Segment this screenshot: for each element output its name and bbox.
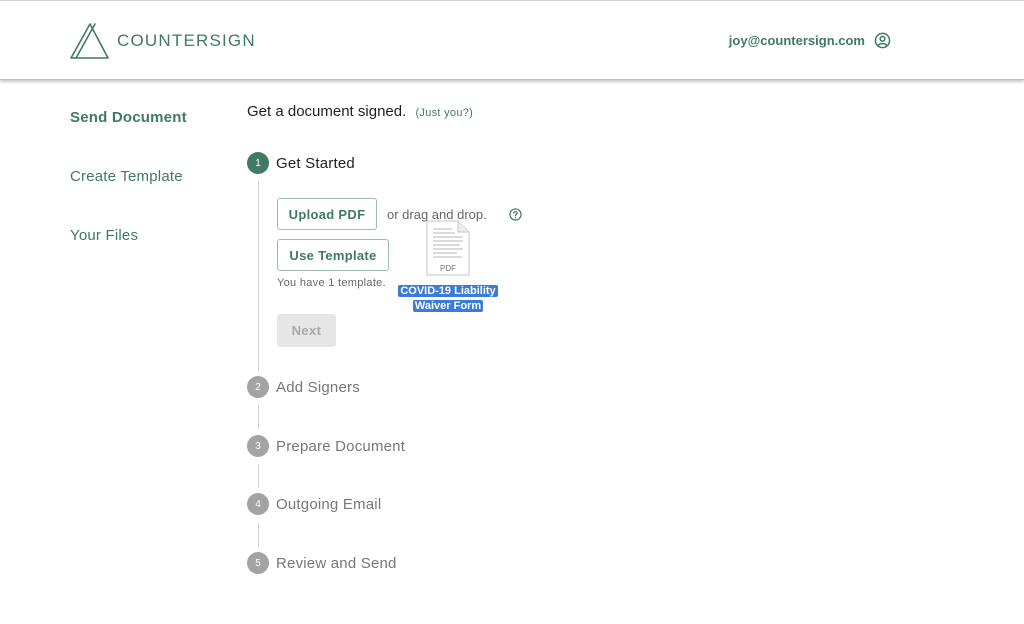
file-name-line-2: Waiver Form xyxy=(412,300,484,312)
dragged-file-name: COVID-19 Liability Waiver Form xyxy=(395,284,501,314)
sidebar-item-create-template[interactable]: Create Template xyxy=(70,168,187,227)
step-number: 2 xyxy=(247,376,269,398)
use-template-button[interactable]: Use Template xyxy=(277,239,389,271)
sidebar-item-your-files[interactable]: Your Files xyxy=(70,227,187,286)
upload-pdf-button[interactable]: Upload PDF xyxy=(277,198,377,230)
sidebar-item-send-document[interactable]: Send Document xyxy=(70,109,187,168)
step-number: 3 xyxy=(247,435,269,457)
just-you-link[interactable]: (Just you?) xyxy=(415,107,473,119)
page-title: Get a document signed. xyxy=(247,103,407,120)
pdf-file-icon: PDF xyxy=(426,220,470,276)
user-menu[interactable]: joy@countersign.com xyxy=(729,32,891,49)
step-review-and-send: 5 Review and Send xyxy=(247,552,397,574)
step-connector xyxy=(258,181,259,371)
step-label: Get Started xyxy=(276,154,355,172)
user-email: joy@countersign.com xyxy=(728,33,865,48)
page-heading: Get a document signed. (Just you?) xyxy=(247,103,473,120)
step-label: Review and Send xyxy=(276,554,397,572)
step-outgoing-email: 4 Outgoing Email xyxy=(247,493,381,515)
template-count: You have 1 template. xyxy=(277,277,386,289)
user-account-icon xyxy=(874,32,891,49)
file-name-line-1: COVID-19 Liability xyxy=(398,285,498,297)
app-name: COUNTERSIGN xyxy=(117,31,256,50)
step-label: Prepare Document xyxy=(276,437,406,455)
step-connector xyxy=(258,523,259,547)
countersign-logo-icon xyxy=(70,23,109,59)
step-add-signers: 2 Add Signers xyxy=(247,376,360,398)
step-connector xyxy=(258,464,259,488)
step-label: Outgoing Email xyxy=(276,495,382,513)
step-prepare-document: 3 Prepare Document xyxy=(247,435,405,457)
step-number: 4 xyxy=(247,493,269,515)
sidebar-nav: Send Document Create Template Your Files xyxy=(70,109,187,286)
help-icon[interactable] xyxy=(509,208,522,221)
step-connector xyxy=(258,405,259,429)
app-logo[interactable]: COUNTERSIGN xyxy=(68,21,256,61)
step-number: 5 xyxy=(247,552,269,574)
app-header: COUNTERSIGN joy@countersign.com xyxy=(0,1,1024,80)
file-type-label: PDF xyxy=(440,264,456,273)
step-number: 1 xyxy=(247,152,269,174)
step-label: Add Signers xyxy=(276,378,360,396)
next-button[interactable]: Next xyxy=(277,314,336,347)
step-get-started: 1 Get Started xyxy=(247,152,355,174)
